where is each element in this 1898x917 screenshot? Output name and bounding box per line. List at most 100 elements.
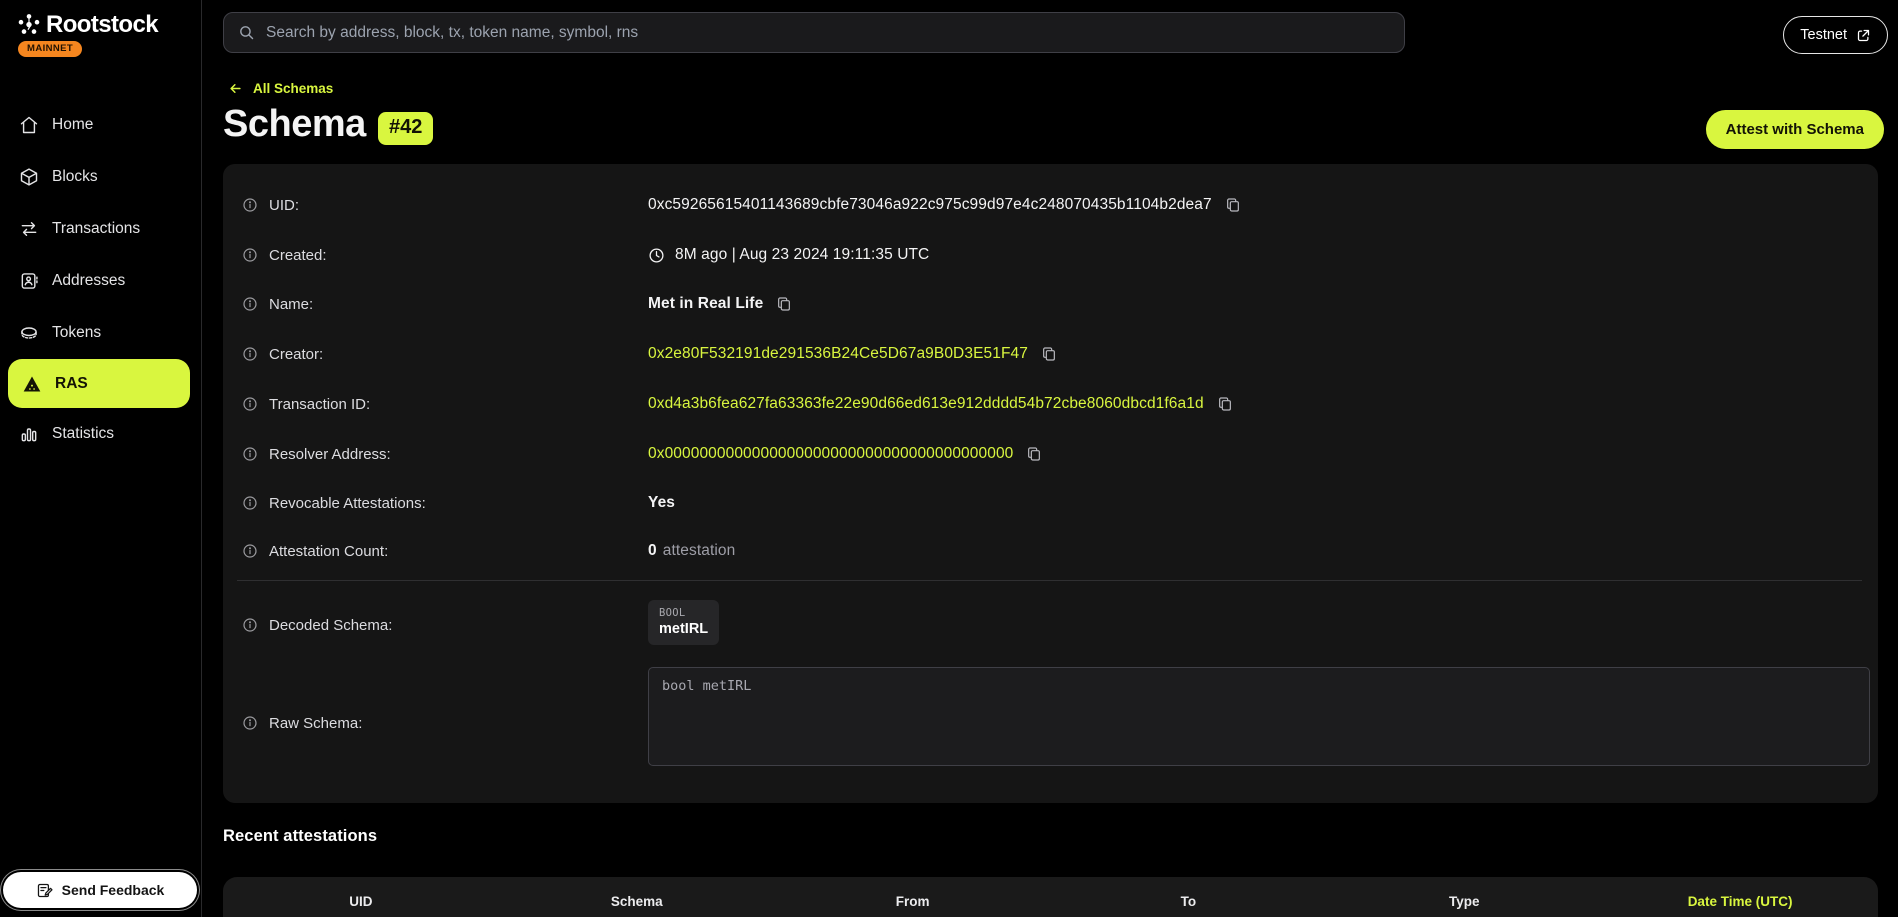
revocable-label: Revocable Attestations:: [269, 495, 426, 512]
resolver-address-label-group: Resolver Address:: [242, 446, 648, 463]
copy-icon[interactable]: [1217, 396, 1233, 412]
column-header-uid: UID: [223, 894, 499, 909]
info-icon: [242, 247, 258, 263]
creator-value-group: 0x2e80F532191de291536B24Ce5D67a9B0D3E51F…: [648, 345, 1057, 363]
sidebar-item-label: Addresses: [52, 272, 125, 290]
revocable-value-group: Yes: [648, 494, 675, 512]
decoded-schema-row: Decoded Schema:: [242, 612, 1858, 638]
name-row: Name: Met in Real Life: [242, 291, 1858, 317]
sidebar-item-label: RAS: [55, 375, 88, 393]
sidebar-item-addresses[interactable]: Addresses: [0, 255, 202, 307]
sidebar-item-blocks[interactable]: Blocks: [0, 151, 202, 203]
clock-icon: [648, 247, 665, 264]
brand-logo[interactable]: Rootstock: [17, 11, 158, 39]
schema-number-badge: #42: [378, 112, 433, 145]
attest-with-schema-button[interactable]: Attest with Schema: [1706, 110, 1884, 149]
attestation-count-link[interactable]: attestation: [663, 542, 736, 560]
revocable-label-group: Revocable Attestations:: [242, 495, 648, 512]
copy-icon[interactable]: [776, 296, 792, 312]
address-book-icon: [19, 271, 39, 291]
column-header-schema: Schema: [499, 894, 775, 909]
info-icon: [242, 495, 258, 511]
resolver-address-row: Resolver Address: 0x00000000000000000000…: [242, 441, 1858, 467]
back-to-all-schemas-link[interactable]: All Schemas: [228, 81, 333, 96]
rootstock-logo-icon: [17, 13, 41, 37]
swap-arrows-icon: [19, 219, 39, 239]
home-icon: [19, 115, 39, 135]
info-icon: [242, 197, 258, 213]
sidebar-item-label: Statistics: [52, 425, 114, 443]
copy-icon[interactable]: [1041, 346, 1057, 362]
sidebar-item-ras[interactable]: RAS: [8, 359, 190, 408]
attestations-table-header: UID Schema From To Type Date Time (UTC): [223, 877, 1878, 909]
uid-row: UID: 0xc59265615401143689cbfe73046a922c9…: [242, 192, 1858, 218]
back-arrow-icon: [228, 81, 243, 96]
uid-label-group: UID:: [242, 197, 648, 214]
uid-value-group: 0xc59265615401143689cbfe73046a922c975c99…: [648, 196, 1241, 214]
decoded-schema-label-group: Decoded Schema:: [242, 617, 648, 634]
sidebar-item-label: Transactions: [52, 220, 140, 238]
sidebar-item-home[interactable]: Home: [0, 99, 202, 151]
network-badge: MAINNET: [18, 41, 82, 57]
column-header-datetime: Date Time (UTC): [1602, 894, 1878, 909]
brand-name: Rootstock: [46, 11, 158, 39]
mountain-icon: [22, 374, 42, 394]
sidebar-item-label: Tokens: [52, 324, 101, 342]
creator-label: Creator:: [269, 346, 323, 363]
info-icon: [242, 396, 258, 412]
sidebar-item-statistics[interactable]: Statistics: [0, 408, 202, 460]
created-label-group: Created:: [242, 247, 648, 264]
creator-row: Creator: 0x2e80F532191de291536B24Ce5D67a…: [242, 341, 1858, 367]
transaction-id-value-group: 0xd4a3b6fea627fa63363fe22e90d66ed613e912…: [648, 395, 1233, 413]
resolver-address-value-group: 0x00000000000000000000000000000000000000…: [648, 445, 1042, 463]
sidebar-item-tokens[interactable]: Tokens: [0, 307, 202, 359]
raw-schema-label-group: Raw Schema:: [242, 715, 648, 732]
decoded-schema-chip: BOOL metIRL: [648, 600, 719, 645]
transaction-id-label-group: Transaction ID:: [242, 396, 648, 413]
external-link-icon: [1856, 28, 1871, 43]
column-header-to: To: [1051, 894, 1327, 909]
schema-field-type: BOOL: [659, 607, 708, 619]
page-title: Schema: [223, 103, 366, 146]
name-value-group: Met in Real Life: [648, 295, 792, 313]
uid-value: 0xc59265615401143689cbfe73046a922c975c99…: [648, 196, 1212, 214]
name-label: Name:: [269, 296, 313, 313]
feedback-pencil-icon: [36, 882, 53, 899]
name-label-group: Name:: [242, 296, 648, 313]
attestation-count-label-group: Attestation Count:: [242, 543, 648, 560]
schema-field-name: metIRL: [659, 621, 708, 637]
back-link-label: All Schemas: [253, 81, 333, 96]
created-label: Created:: [269, 247, 327, 264]
info-icon: [242, 446, 258, 462]
creator-address-link[interactable]: 0x2e80F532191de291536B24Ce5D67a9B0D3E51F…: [648, 345, 1028, 363]
transaction-id-link[interactable]: 0xd4a3b6fea627fa63363fe22e90d66ed613e912…: [648, 395, 1204, 413]
panel-divider: [237, 580, 1862, 581]
raw-schema-textarea[interactable]: bool metIRL: [648, 667, 1870, 766]
resolver-address-link[interactable]: 0x00000000000000000000000000000000000000…: [648, 445, 1013, 463]
attestation-count-value: 0: [648, 542, 657, 560]
testnet-switch-button[interactable]: Testnet: [1783, 16, 1888, 54]
copy-icon[interactable]: [1225, 197, 1241, 213]
bar-chart-icon: [19, 424, 39, 444]
send-feedback-button[interactable]: Send Feedback: [3, 872, 197, 908]
sidebar: Rootstock MAINNET Home Blocks Transactio…: [0, 0, 202, 917]
search-icon: [238, 24, 255, 41]
raw-schema-label: Raw Schema:: [269, 715, 362, 732]
copy-icon[interactable]: [1026, 446, 1042, 462]
attestation-count-value-group: 0 attestation: [648, 542, 735, 560]
send-feedback-label: Send Feedback: [62, 882, 165, 898]
search-input[interactable]: [266, 24, 1390, 42]
search-bar: [223, 12, 1405, 53]
sidebar-item-transactions[interactable]: Transactions: [0, 203, 202, 255]
created-row: Created: 8M ago | Aug 23 2024 19:11:35 U…: [242, 242, 1858, 268]
created-value: 8M ago | Aug 23 2024 19:11:35 UTC: [675, 246, 929, 264]
testnet-label: Testnet: [1800, 27, 1847, 43]
info-icon: [242, 715, 258, 731]
cube-icon: [19, 167, 39, 187]
sidebar-item-label: Blocks: [52, 168, 98, 186]
sidebar-item-label: Home: [52, 116, 93, 134]
attestation-count-label: Attestation Count:: [269, 543, 388, 560]
coin-icon: [19, 323, 39, 343]
attestation-count-row: Attestation Count: 0 attestation: [242, 538, 1858, 564]
resolver-address-label: Resolver Address:: [269, 446, 391, 463]
